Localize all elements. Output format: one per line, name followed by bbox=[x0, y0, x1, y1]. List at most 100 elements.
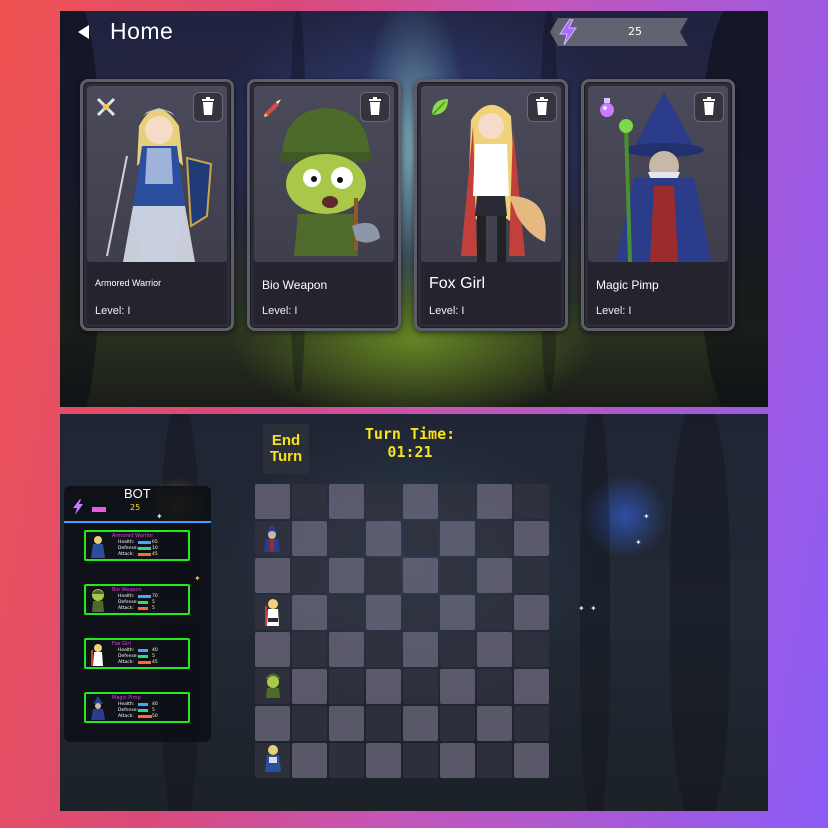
board-cell[interactable] bbox=[477, 595, 512, 630]
card-level: Level: I bbox=[262, 305, 298, 317]
board-cell[interactable] bbox=[366, 632, 401, 667]
page-title: Home bbox=[110, 18, 174, 44]
battle-screen: End Turn Turn Time: 01:21 BOT 25 Armored … bbox=[60, 414, 768, 811]
board-cell[interactable] bbox=[514, 632, 549, 667]
piece-armored-warrior[interactable] bbox=[261, 744, 285, 772]
unit-portrait bbox=[91, 696, 105, 720]
board-cell[interactable] bbox=[514, 743, 549, 778]
board-cell[interactable] bbox=[292, 521, 327, 556]
board-cell[interactable] bbox=[440, 558, 475, 593]
health-bar bbox=[138, 541, 151, 544]
board-cell[interactable] bbox=[477, 632, 512, 667]
board-cell[interactable] bbox=[403, 558, 438, 593]
board-cell[interactable] bbox=[403, 484, 438, 519]
board-cell[interactable] bbox=[366, 558, 401, 593]
bot-unit-armored-warrior[interactable]: Armored Warrior Health: Defense: Attack:… bbox=[84, 530, 190, 561]
board-cell[interactable] bbox=[403, 632, 438, 667]
card-armored-warrior[interactable]: Armored Warrior Level: I bbox=[80, 79, 234, 331]
divider bbox=[64, 521, 211, 523]
sparkle-icon: ✦ bbox=[643, 512, 650, 521]
card-fox-girl[interactable]: Fox Girl Level: I bbox=[414, 79, 568, 331]
piece-magic-pimp[interactable] bbox=[260, 524, 284, 552]
board-cell[interactable] bbox=[403, 743, 438, 778]
trash-icon bbox=[202, 97, 214, 115]
delete-button[interactable] bbox=[694, 92, 724, 122]
defense-label: Defense: bbox=[118, 654, 139, 659]
defense-label: Defense: bbox=[118, 546, 139, 551]
board-cell[interactable] bbox=[255, 706, 290, 741]
board-cell[interactable] bbox=[440, 706, 475, 741]
board-cell[interactable] bbox=[514, 706, 549, 741]
board-cell[interactable] bbox=[329, 706, 364, 741]
board-cell[interactable] bbox=[477, 521, 512, 556]
board-cell[interactable] bbox=[255, 484, 290, 519]
board-cell[interactable] bbox=[329, 521, 364, 556]
board-cell[interactable] bbox=[366, 484, 401, 519]
board-cell[interactable] bbox=[255, 558, 290, 593]
piece-fox-girl[interactable] bbox=[261, 598, 285, 626]
health-bar bbox=[138, 703, 148, 706]
board-cell[interactable] bbox=[403, 669, 438, 704]
board-cell[interactable] bbox=[329, 632, 364, 667]
board-cell[interactable] bbox=[403, 595, 438, 630]
board-cell[interactable] bbox=[366, 521, 401, 556]
bot-unit-magic-pimp[interactable]: Magic Pimp Health: Defense: Attack: 40 5… bbox=[84, 692, 190, 723]
board-cell[interactable] bbox=[440, 669, 475, 704]
board-cell[interactable] bbox=[292, 595, 327, 630]
card-magic-pimp[interactable]: Magic Pimp Level: I bbox=[581, 79, 735, 331]
board-cell[interactable] bbox=[477, 706, 512, 741]
board-cell[interactable] bbox=[440, 632, 475, 667]
health-value: 65 bbox=[152, 540, 158, 545]
bot-unit-bio-weapon[interactable]: Bio Weapon Health: Defense: Attack: 70 5… bbox=[84, 584, 190, 615]
board-cell[interactable] bbox=[514, 669, 549, 704]
board-cell[interactable] bbox=[292, 484, 327, 519]
board-cell[interactable] bbox=[366, 743, 401, 778]
board-cell[interactable] bbox=[292, 558, 327, 593]
board-cell[interactable] bbox=[292, 632, 327, 667]
card-bio-weapon[interactable]: Bio Weapon Level: I bbox=[247, 79, 401, 331]
delete-button[interactable] bbox=[527, 92, 557, 122]
board-cell[interactable] bbox=[514, 521, 549, 556]
turn-timer: Turn Time: 01:21 bbox=[350, 425, 470, 461]
board-cell[interactable] bbox=[440, 595, 475, 630]
sparkle-icon: ✦ bbox=[635, 538, 642, 547]
board-cell[interactable] bbox=[440, 484, 475, 519]
board-cell[interactable] bbox=[440, 743, 475, 778]
board-cell[interactable] bbox=[477, 484, 512, 519]
board-cell[interactable] bbox=[514, 595, 549, 630]
potion-icon bbox=[596, 96, 618, 118]
board-cell[interactable] bbox=[440, 521, 475, 556]
board-cell[interactable] bbox=[403, 706, 438, 741]
board-cell[interactable] bbox=[329, 743, 364, 778]
board-cell[interactable] bbox=[329, 484, 364, 519]
end-turn-button[interactable]: End Turn bbox=[263, 424, 309, 474]
card-level: Level: I bbox=[596, 305, 632, 317]
board-cell[interactable] bbox=[477, 558, 512, 593]
defense-value: 5 bbox=[152, 708, 155, 713]
board-cell[interactable] bbox=[292, 706, 327, 741]
board-cell[interactable] bbox=[514, 558, 549, 593]
piece-bio-weapon[interactable] bbox=[261, 670, 285, 698]
bot-unit-fox-girl[interactable]: Fox Girl Health: Defense: Attack: 40 5 4… bbox=[84, 638, 190, 669]
back-arrow-icon[interactable] bbox=[76, 24, 92, 40]
board-cell[interactable] bbox=[403, 521, 438, 556]
board-cell[interactable] bbox=[329, 595, 364, 630]
board-cell[interactable] bbox=[366, 669, 401, 704]
board-cell[interactable] bbox=[329, 669, 364, 704]
board-cell[interactable] bbox=[477, 743, 512, 778]
board-cell[interactable] bbox=[366, 595, 401, 630]
unit-name: Fox Girl bbox=[112, 641, 131, 647]
lightning-icon bbox=[72, 499, 84, 519]
delete-button[interactable] bbox=[360, 92, 390, 122]
board-cell[interactable] bbox=[292, 669, 327, 704]
board-cell[interactable] bbox=[477, 669, 512, 704]
board-cell[interactable] bbox=[366, 706, 401, 741]
defense-label: Defense: bbox=[118, 708, 139, 713]
board-cell[interactable] bbox=[292, 743, 327, 778]
attack-label: Attack: bbox=[118, 660, 134, 665]
board-cell[interactable] bbox=[329, 558, 364, 593]
health-value: 40 bbox=[152, 702, 158, 707]
board-cell[interactable] bbox=[514, 484, 549, 519]
board-cell[interactable] bbox=[255, 632, 290, 667]
delete-button[interactable] bbox=[193, 92, 223, 122]
